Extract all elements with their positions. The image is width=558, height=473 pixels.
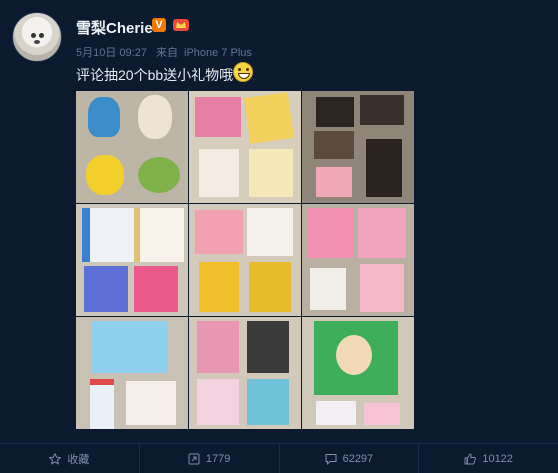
pikachu-plush	[86, 155, 124, 195]
star-icon	[49, 453, 62, 465]
mascara-card	[247, 379, 289, 425]
sunscreen-box	[82, 208, 136, 262]
favorite-button[interactable]: 收藏	[0, 444, 140, 473]
pink-cream-box	[316, 167, 352, 197]
avatar-eye	[31, 33, 36, 38]
eyeliner-card	[247, 321, 289, 373]
palette-dark	[360, 95, 404, 125]
grid-image-5[interactable]	[189, 204, 301, 316]
green-turtle-plush	[138, 157, 180, 193]
repost-icon	[188, 453, 200, 465]
grid-image-9[interactable]	[302, 317, 414, 429]
action-bar: 收藏 1779 62297 10122	[0, 443, 558, 473]
avatar-nose	[34, 40, 40, 44]
like-button[interactable]: 10122	[419, 444, 558, 473]
yellow-pouch	[249, 262, 291, 312]
blue-monster-plush	[88, 97, 120, 137]
white-box	[310, 268, 346, 310]
patch-sheet	[249, 149, 293, 197]
pink-pack	[197, 321, 239, 373]
avatar[interactable]	[12, 12, 62, 62]
doll-plush	[138, 95, 172, 139]
mask-box-white	[247, 208, 293, 256]
palette-dark	[316, 97, 354, 127]
comment-icon	[325, 454, 337, 465]
character-face	[336, 335, 372, 375]
fruit-pack	[199, 149, 239, 197]
grid-image-2[interactable]	[189, 91, 301, 203]
like-count: 10122	[482, 453, 513, 465]
yellow-pack	[244, 92, 294, 144]
mascara-tubes	[366, 139, 402, 197]
pink-sheet	[364, 403, 400, 425]
pink-pack	[195, 97, 241, 137]
favorite-label: 收藏	[67, 454, 90, 466]
grid-image-6[interactable]	[302, 204, 414, 316]
box-3d-pink	[134, 266, 178, 312]
post-meta: 5月10日 09:27 来自 iPhone 7 Plus	[76, 44, 258, 60]
comment-button[interactable]: 62297	[280, 444, 420, 473]
hair-box-pink	[358, 208, 406, 258]
post-source: iPhone 7 Plus	[184, 47, 252, 59]
grid-image-8[interactable]	[189, 317, 301, 429]
grid-image-1[interactable]	[76, 91, 188, 203]
source-prefix: 来自	[156, 47, 178, 59]
palette-brown	[314, 131, 354, 159]
grid-image-4[interactable]	[76, 204, 188, 316]
mascara-card	[197, 379, 239, 425]
yellow-pouch	[199, 262, 239, 312]
sunscreen-box	[134, 208, 184, 262]
thumbs-up-icon	[464, 453, 477, 465]
face-card	[126, 381, 176, 425]
post-date[interactable]: 5月10日 09:27	[76, 47, 147, 59]
grid-image-7[interactable]	[76, 317, 188, 429]
weibo-post: 雪梨Cherie V 5月10日 09:27 来自 iPhone 7 Plus 评…	[0, 0, 558, 473]
pink-box	[360, 264, 404, 312]
mask-box-pink	[195, 210, 243, 254]
repost-count: 1779	[205, 453, 231, 465]
grin-emoji-icon	[233, 62, 253, 82]
image-grid	[76, 91, 414, 429]
verified-badge-icon: V	[152, 18, 166, 32]
username[interactable]: 雪梨Cherie	[76, 17, 153, 38]
bottle-set	[92, 321, 168, 373]
spray-bottle	[90, 379, 114, 429]
repost-button[interactable]: 1779	[140, 444, 280, 473]
hair-box-pink	[308, 208, 354, 258]
comment-count: 62297	[342, 453, 374, 465]
kitty-sheet	[316, 401, 356, 425]
member-crown-icon	[173, 19, 189, 31]
post-text: 评论抽20个bb送小礼物哦	[76, 67, 234, 83]
avatar-eye	[39, 33, 44, 38]
box-3d-blue	[84, 266, 128, 312]
grid-image-3[interactable]	[302, 91, 414, 203]
